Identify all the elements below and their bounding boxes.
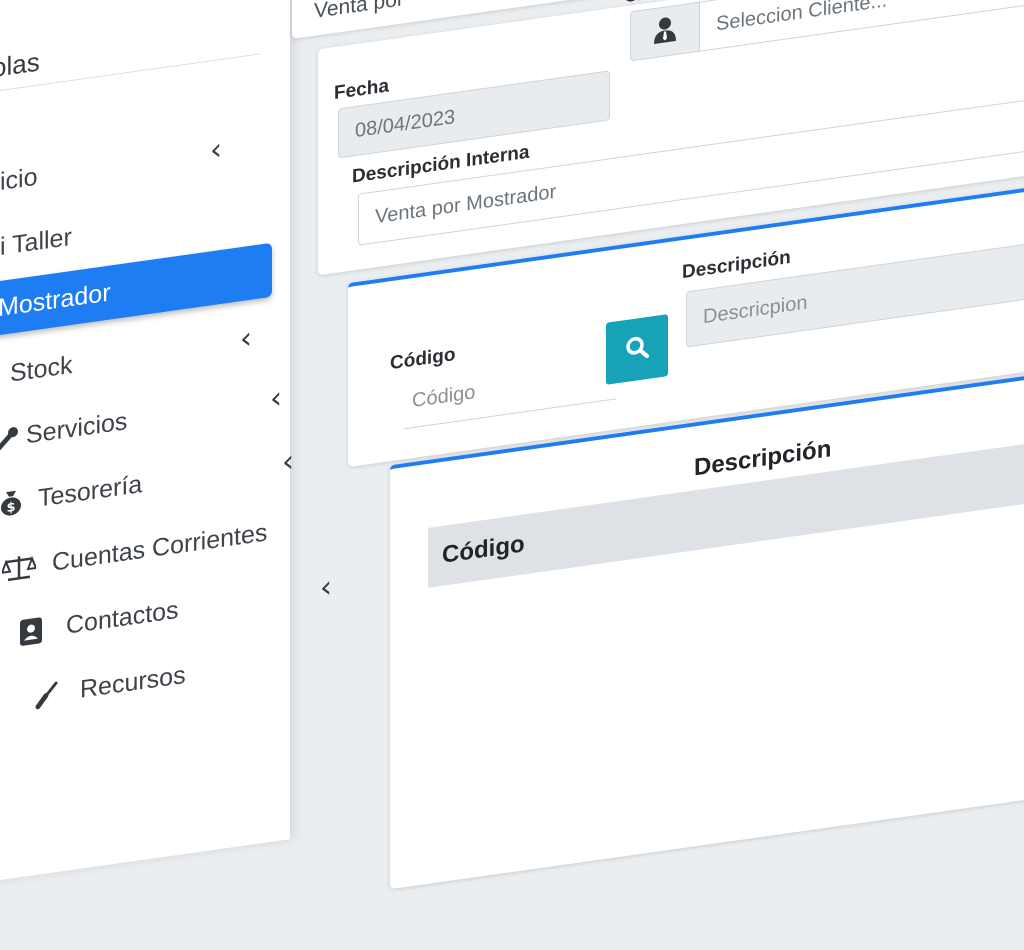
address-book-icon bbox=[18, 616, 44, 646]
descripcion-input[interactable]: Descricpion bbox=[686, 235, 1024, 348]
chevron-left-icon[interactable]: ‹ bbox=[210, 132, 222, 169]
cliente-select[interactable]: Seleccion Cliente... bbox=[699, 0, 1024, 52]
cliente-addon bbox=[630, 1, 700, 62]
chevron-left-icon[interactable]: ‹ bbox=[320, 569, 332, 606]
sidebar-item-label: icio bbox=[0, 162, 38, 196]
scale-icon bbox=[0, 552, 38, 583]
sidebar-item-label: Tesorería bbox=[38, 470, 143, 513]
user-tie-icon bbox=[653, 14, 677, 48]
search-button[interactable] bbox=[606, 314, 668, 385]
sidebar-header: olas bbox=[0, 3, 260, 92]
descripcion-placeholder: Descricpion bbox=[703, 291, 808, 328]
money-bag-icon: $ bbox=[0, 488, 24, 518]
page-header-text: Venta por bbox=[314, 0, 404, 23]
chevron-left-icon[interactable]: ‹ bbox=[270, 380, 282, 417]
codigo-placeholder: Código bbox=[412, 381, 476, 413]
wrench-icon bbox=[0, 423, 22, 453]
sidebar-item-label: Servicios bbox=[26, 407, 128, 450]
sidebar-item-label: i Taller bbox=[0, 222, 72, 261]
sidebar-item-label: Stock bbox=[10, 350, 73, 388]
chevron-left-icon[interactable]: ‹ bbox=[282, 444, 294, 481]
cliente-placeholder: Seleccion Cliente... bbox=[716, 0, 888, 35]
svg-text:$: $ bbox=[6, 500, 15, 516]
fecha-value: 08/04/2023 bbox=[355, 105, 456, 142]
table-header-row: Código Descripción bbox=[428, 429, 1024, 588]
sidebar-item-label: Mostrador bbox=[0, 278, 111, 323]
app-stage: olas icio ‹ i Taller Mostrador Stock ‹ S… bbox=[0, 0, 1024, 890]
table-header-codigo[interactable]: Código bbox=[442, 530, 525, 570]
chevron-left-icon[interactable]: ‹ bbox=[240, 321, 252, 358]
sidebar-item-label: Contactos bbox=[66, 595, 179, 640]
fecha-label: Fecha bbox=[334, 75, 389, 105]
sidebar-header-text: olas bbox=[0, 46, 40, 84]
search-icon bbox=[624, 332, 650, 367]
table-header-descripcion[interactable]: Descripción bbox=[694, 435, 831, 482]
sidebar-item-label: Cuentas Corrientes bbox=[52, 518, 268, 577]
tools-icon bbox=[34, 680, 60, 710]
sidebar: olas icio ‹ i Taller Mostrador Stock ‹ S… bbox=[0, 0, 332, 886]
sidebar-item-label: Recursos bbox=[80, 660, 186, 704]
codigo-label: Código bbox=[390, 343, 456, 375]
descripcion-interna-value: Venta por Mostrador bbox=[375, 180, 557, 228]
